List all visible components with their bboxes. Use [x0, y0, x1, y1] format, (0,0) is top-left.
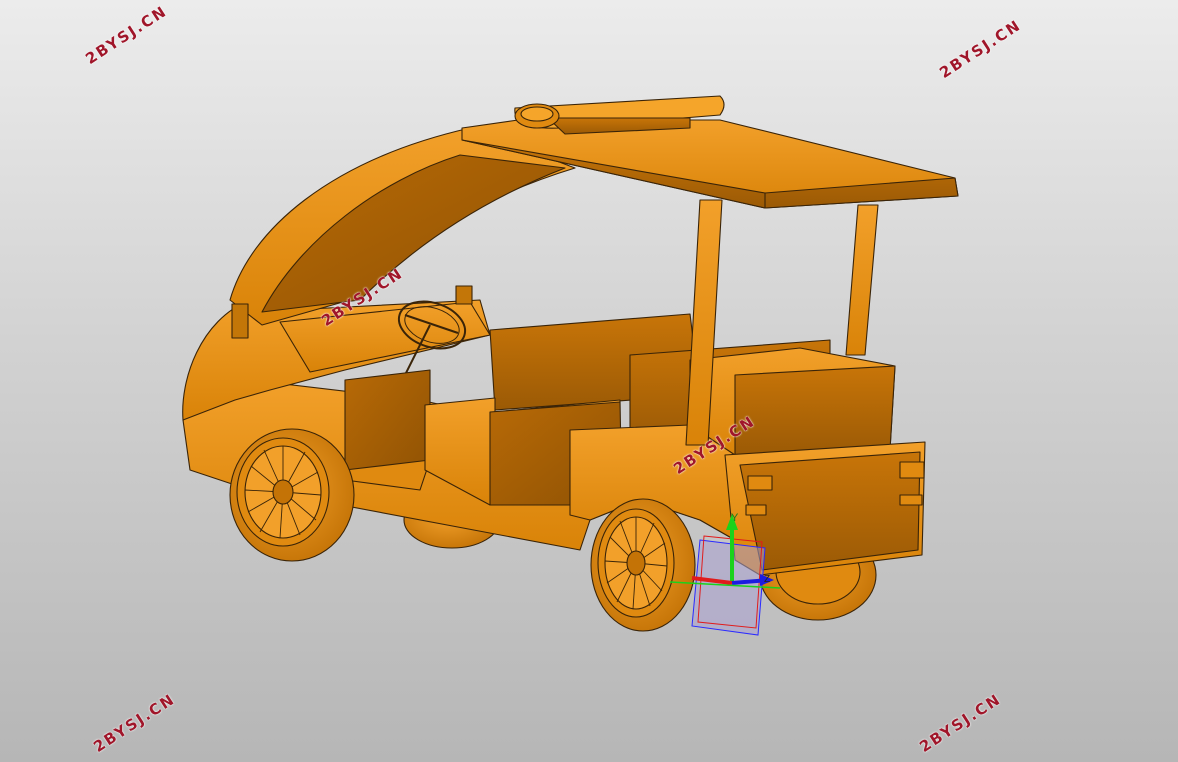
cad-viewport[interactable]: Y Z 2BYSJ.CN 2BYSJ.CN 2BYSJ.CN 2BYSJ.CN …: [0, 0, 1178, 762]
rear-post-right: [845, 204, 879, 356]
triad-z-label: Z: [764, 574, 771, 585]
mirror-right: [455, 285, 473, 305]
mirror-left: [231, 303, 249, 339]
front-near-wheel: [229, 428, 355, 562]
rear-near-wheel: [590, 498, 696, 632]
triad-y-label: Y: [731, 512, 739, 524]
vehicle-model[interactable]: [0, 0, 1178, 762]
